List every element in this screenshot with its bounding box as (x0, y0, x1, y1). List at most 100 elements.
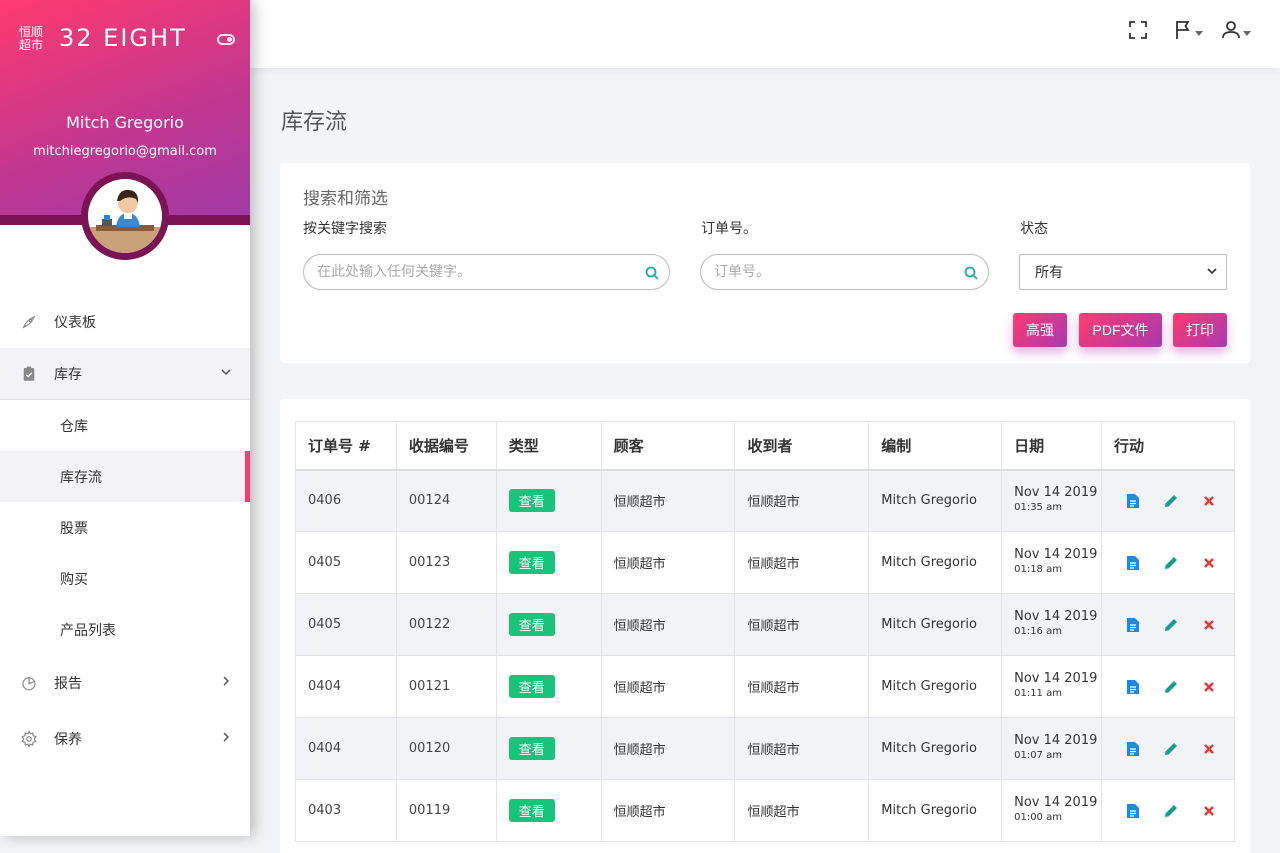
keyword-search-box (303, 254, 670, 290)
rocket-icon (19, 312, 39, 332)
prepared-by-cell: Mitch Gregorio (868, 469, 1003, 532)
search-icon[interactable] (964, 265, 978, 284)
brand-name[interactable]: 32 EIGHT (59, 24, 187, 52)
pencil-icon[interactable] (1162, 616, 1180, 634)
receiver-cell: 恒顺超市 (734, 655, 870, 718)
close-icon[interactable] (1200, 740, 1218, 758)
column-header[interactable]: 编制 (868, 421, 1003, 471)
column-header[interactable]: 类型 (495, 421, 602, 471)
date-cell: Nov 14 2019 01:18 am (1001, 531, 1102, 594)
document-icon[interactable] (1124, 678, 1142, 696)
document-icon[interactable] (1124, 802, 1142, 820)
sidebar-item-reports[interactable]: 报告 (0, 655, 250, 711)
sidebar-subitem-stock-flow[interactable]: 库存流 (0, 451, 250, 502)
status-label: 状态 (1020, 221, 1048, 237)
user-menu[interactable] (1222, 20, 1251, 44)
view-badge[interactable]: 查看 (508, 489, 555, 513)
pencil-icon[interactable] (1162, 802, 1180, 820)
document-icon[interactable] (1124, 616, 1142, 634)
excel-export-button[interactable]: 高强 (1013, 313, 1067, 347)
status-selected-value: 所有 (1035, 265, 1063, 281)
table-row: 0406 00124 查看 恒顺超市 恒顺超市 Mitch Gregorio N… (295, 469, 1236, 532)
pencil-icon[interactable] (1162, 492, 1180, 510)
logo[interactable]: 恒顺 超市 (16, 26, 46, 52)
view-badge[interactable]: 查看 (508, 737, 555, 760)
column-header[interactable]: 收据编号 (395, 421, 497, 471)
search-icon[interactable] (645, 265, 659, 284)
keyword-label: 按关键字搜索 (303, 221, 387, 237)
view-badge[interactable]: 查看 (508, 799, 555, 822)
column-header[interactable]: 订单号 # (295, 421, 397, 471)
close-icon[interactable] (1200, 554, 1218, 572)
date-cell: Nov 14 2019 01:07 am (1001, 717, 1102, 780)
sidebar-subitem-warehouse[interactable]: 仓库 (0, 400, 250, 451)
order-number-input[interactable] (701, 255, 945, 289)
receipt-number-cell: 00119 (395, 779, 497, 842)
prepared-by-cell: Mitch Gregorio (868, 655, 1003, 718)
customer-cell: 恒顺超市 (600, 717, 736, 780)
sidebar-item-inventory[interactable]: 库存 (0, 348, 250, 400)
date-text: Nov 14 2019 (1014, 546, 1098, 562)
time-text: 01:07 am (1014, 749, 1062, 761)
close-icon[interactable] (1200, 802, 1218, 820)
time-text: 01:16 am (1014, 625, 1062, 637)
sidebar-toggle-icon[interactable] (217, 34, 235, 45)
type-cell: 查看 (495, 779, 602, 842)
flag-menu[interactable] (1174, 20, 1203, 44)
date-text: Nov 14 2019 (1014, 670, 1098, 686)
sidebar-subitem-purchase[interactable]: 购买 (0, 553, 250, 604)
receiver-cell: 恒顺超市 (734, 717, 870, 780)
date-text: Nov 14 2019 (1014, 794, 1098, 810)
receiver-cell: 恒顺超市 (734, 779, 870, 842)
print-button[interactable]: 打印 (1173, 313, 1227, 347)
sidebar-subitem-product-list[interactable]: 产品列表 (0, 604, 250, 655)
sidebar: 恒顺 超市 32 EIGHT Mitch Gregorio mitchiegre… (0, 0, 250, 836)
avatar[interactable] (81, 172, 169, 260)
close-icon[interactable] (1200, 492, 1218, 510)
sidebar-item-maintenance[interactable]: 保养 (0, 711, 250, 767)
column-header[interactable]: 收到者 (734, 421, 870, 471)
date-text: Nov 14 2019 (1014, 608, 1098, 624)
actions-cell (1100, 593, 1236, 656)
date-cell: Nov 14 2019 01:00 am (1001, 779, 1102, 842)
pencil-icon[interactable] (1162, 678, 1180, 696)
pdf-export-button[interactable]: PDF文件 (1079, 313, 1162, 347)
pencil-icon[interactable] (1162, 740, 1180, 758)
order-number-cell: 0403 (295, 779, 397, 842)
sidebar-item-label: 仪表板 (54, 315, 96, 331)
date-cell: Nov 14 2019 01:11 am (1001, 655, 1102, 718)
view-badge[interactable]: 查看 (508, 551, 555, 574)
prepared-by-cell: Mitch Gregorio (868, 593, 1003, 656)
document-icon[interactable] (1124, 740, 1142, 758)
keyword-search-input[interactable] (304, 255, 615, 289)
close-icon[interactable] (1200, 678, 1218, 696)
time-text: 01:11 am (1014, 687, 1062, 699)
customer-cell: 恒顺超市 (600, 779, 736, 842)
table-row: 0405 00123 查看 恒顺超市 恒顺超市 Mitch Gregorio N… (295, 531, 1236, 594)
column-header[interactable]: 日期 (1001, 421, 1102, 471)
clipboard-check-icon (19, 364, 39, 384)
fullscreen-icon[interactable] (1128, 20, 1148, 40)
column-header[interactable]: 顾客 (600, 421, 736, 471)
document-icon[interactable] (1124, 492, 1142, 510)
order-number-cell: 0405 (295, 531, 397, 594)
caret-down-icon (1243, 30, 1251, 36)
date-cell: Nov 14 2019 01:35 am (1001, 469, 1102, 532)
column-header: 行动 (1100, 421, 1236, 471)
order-search-box (700, 254, 989, 290)
order-number-cell: 0405 (295, 593, 397, 656)
close-icon[interactable] (1200, 616, 1218, 634)
view-badge[interactable]: 查看 (508, 613, 555, 636)
date-text: Nov 14 2019 (1014, 484, 1098, 500)
status-select[interactable]: 所有 (1019, 254, 1227, 290)
document-icon[interactable] (1124, 554, 1142, 572)
time-text: 01:18 am (1014, 563, 1062, 575)
view-badge[interactable]: 查看 (508, 675, 555, 698)
receipt-number-cell: 00120 (395, 717, 497, 780)
pencil-icon[interactable] (1162, 554, 1180, 572)
customer-cell: 恒顺超市 (600, 531, 736, 594)
chevron-right-icon (220, 675, 232, 691)
customer-cell: 恒顺超市 (600, 469, 736, 532)
sidebar-item-dashboard[interactable]: 仪表板 (0, 296, 250, 348)
sidebar-subitem-stocks[interactable]: 股票 (0, 502, 250, 553)
